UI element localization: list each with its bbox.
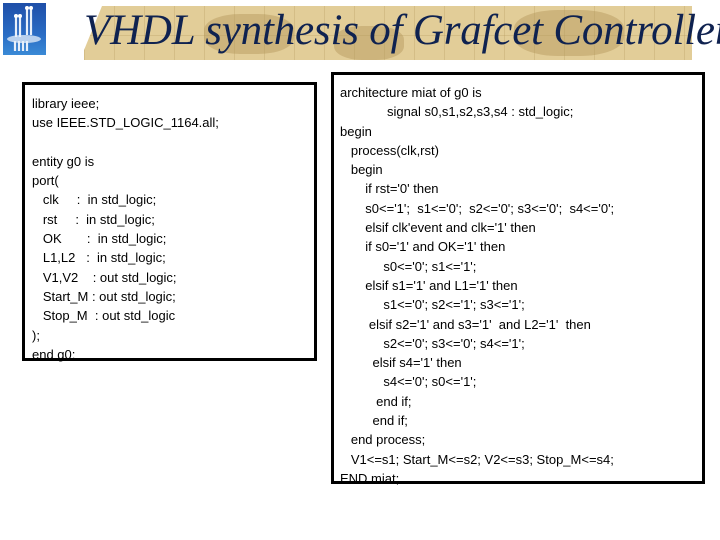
code-line: elsif clk'event and clk='1' then [340,220,536,236]
code-line: elsif s1='1' and L1='1' then [340,277,518,293]
code-line: port( [32,173,59,189]
entity-code-box: library ieee; use IEEE.STD_LOGIC_1164.all… [22,82,317,364]
code-line: end g0; [32,346,76,362]
code-line: end if; [340,413,408,429]
code-line: end process; [340,432,426,448]
code-line: s2<='0'; s3<='0'; s4<='1'; [340,335,525,351]
code-line: if s0='1' and OK='1' then [340,239,506,255]
code-line: L1,L2 : in std_logic; [32,250,166,266]
code-line: library ieee; [32,96,100,111]
code-line: rst : in std_logic; [32,211,155,227]
code-line: clk : in std_logic; [32,192,157,208]
code-line: s4<='0'; s0<='1'; [340,374,477,390]
code-line: entity g0 is [32,153,95,169]
architecture-code: architecture miat of g0 is signal s0,s1,… [340,83,702,488]
slide-title: VHDL synthesis of Grafcet Controller [84,7,720,54]
code-line: END miat; [340,470,400,486]
code-line: end if; [340,393,412,409]
code-line: use IEEE.STD_LOGIC_1164.all; [32,115,219,131]
code-line: signal s0,s1,s2,s3,s4 : std_logic; [340,104,574,120]
logo-icon [7,6,41,51]
code-line: elsif s4='1' then [340,355,462,371]
code-line: architecture miat of g0 is [340,85,482,100]
code-line: s1<='0'; s2<='1'; s3<='1'; [340,297,525,313]
code-line: OK : in std_logic; [32,231,167,247]
code-line: V1,V2 : out std_logic; [32,269,177,285]
code-line: if rst='0' then [340,181,439,197]
code-line: begin [340,123,372,139]
code-line: begin [340,162,383,178]
code-line: s0<='1'; s1<='0'; s2<='0'; s3<='0'; s4<=… [340,200,615,216]
entity-code: library ieee; use IEEE.STD_LOGIC_1164.all… [32,94,314,364]
architecture-code-box: architecture miat of g0 is signal s0,s1,… [331,72,705,486]
institution-logo [3,3,46,55]
code-line: process(clk,rst) [340,142,439,158]
code-line: ); [32,327,40,343]
code-line: elsif s2='1' and s3='1' and L2='1' then [340,316,591,332]
code-line: Stop_M : out std_logic [32,308,176,324]
code-line: s0<='0'; s1<='1'; [340,258,477,274]
code-line: Start_M : out std_logic; [32,288,176,304]
code-line: V1<=s1; Start_M<=s2; V2<=s3; Stop_M<=s4; [340,451,614,467]
